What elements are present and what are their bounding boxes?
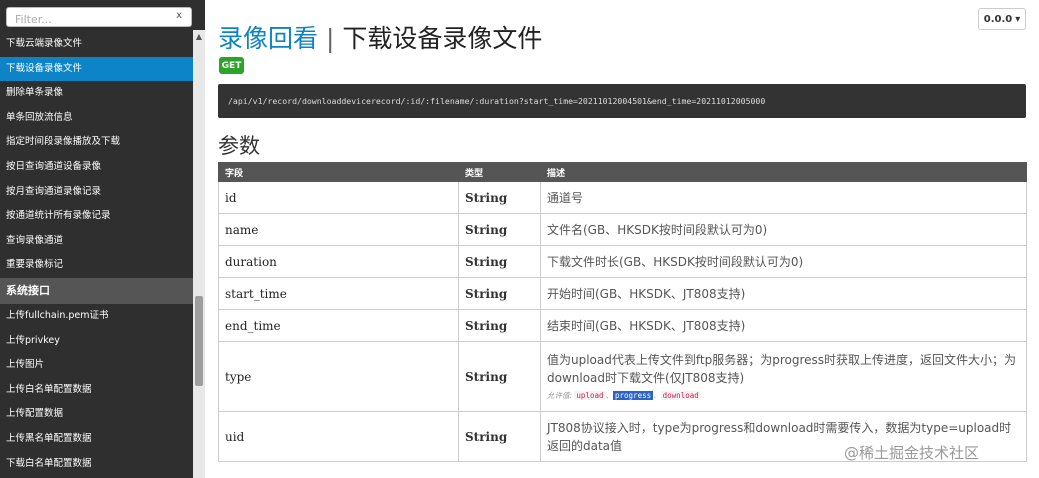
endpoint-title: 下载设备录像文件 (342, 24, 543, 53)
sidebar: x 下载云端录像文件 下载设备录像文件 删除单条录像 单条回放流信息 指定时间段… (0, 0, 205, 478)
filter-clear-icon[interactable]: x (176, 10, 182, 21)
sidebar-item[interactable]: 下载白名单配置数据 (0, 452, 193, 477)
filter-box: x (6, 7, 192, 29)
sidebar-item[interactable]: 上传图片 (0, 353, 193, 378)
allowed-value-selected: progress (613, 391, 654, 400)
params-heading: 参数 (218, 134, 260, 158)
param-type: String (458, 213, 541, 246)
param-desc: 开始时间(GB、HKSDK、JT808支持) (540, 277, 1027, 310)
param-field: end_time (218, 309, 459, 342)
method-badge: GET (219, 57, 244, 74)
param-desc: 值为upload代表上传文件到ftp服务器；为progress时获取上传进度，返… (547, 353, 1017, 385)
param-type: String (458, 245, 541, 278)
table-row: id String 通道号 (218, 181, 1027, 214)
sidebar-item[interactable]: 上传白名单配置数据 (0, 378, 193, 403)
params-table: 字段 类型 描述 id String 通道号 name String 文件名(G… (218, 162, 1027, 462)
sidebar-item[interactable]: 按月查询通道录像记录 (0, 180, 193, 205)
sidebar-section-header[interactable]: 系统接口 (0, 277, 193, 304)
sidebar-item[interactable]: 按通道统计所有录像记录 (0, 204, 193, 229)
sidebar-item[interactable]: 上传黑名单配置数据 (0, 427, 193, 452)
sidebar-scrollbar[interactable]: ▲ (193, 30, 205, 478)
allowed-values-label: 允许值: (547, 391, 573, 400)
group-title-link[interactable]: 录像回看 (218, 24, 318, 53)
filter-input[interactable] (7, 10, 167, 29)
allowed-value: download (660, 391, 701, 400)
param-type: String (458, 309, 541, 342)
param-field: id (218, 181, 459, 214)
table-row: start_time String 开始时间(GB、HKSDK、JT808支持) (218, 277, 1027, 310)
title-separator: | (325, 24, 335, 53)
watermark: @稀土掘金技术社区 (844, 444, 980, 462)
allowed-value: upload (574, 391, 606, 400)
column-header-desc: 描述 (540, 162, 1027, 182)
scrollbar-thumb[interactable] (195, 296, 203, 386)
param-desc: 通道号 (540, 181, 1027, 214)
param-field: start_time (218, 277, 459, 310)
version-label: 0.0.0 (983, 13, 1013, 25)
column-header-field: 字段 (218, 162, 459, 182)
param-field: name (218, 213, 459, 246)
sidebar-item[interactable]: 按日查询通道设备录像 (0, 155, 193, 180)
caret-down-icon: ▾ (1015, 13, 1021, 25)
table-row: name String 文件名(GB、HKSDK按时间段默认可为0) (218, 213, 1027, 246)
sidebar-item[interactable]: 重要录像标记 (0, 253, 193, 278)
version-dropdown[interactable]: 0.0.0 ▾ (978, 8, 1026, 30)
sidebar-item[interactable]: 查询录像通道 (0, 229, 193, 254)
endpoint-url: /api/v1/record/downloaddevicerecord/:id/… (218, 84, 1026, 118)
param-type: String (458, 411, 541, 462)
table-header-row: 字段 类型 描述 (218, 162, 1027, 182)
main-content: 录像回看 | 下载设备录像文件 0.0.0 ▾ GET /api/v1/reco… (205, 0, 1039, 478)
sidebar-item[interactable]: 上传fullchain.pem证书 (0, 304, 193, 329)
param-type: String (458, 277, 541, 310)
sidebar-item[interactable]: 指定时间段录像播放及下载 (0, 130, 193, 155)
param-type: String (458, 341, 541, 412)
sidebar-item[interactable]: 上传配置数据 (0, 402, 193, 427)
sidebar-item-active[interactable]: 下载设备录像文件 (0, 56, 193, 82)
sidebar-item[interactable]: 删除单条录像 (0, 81, 193, 106)
column-header-type: 类型 (458, 162, 541, 182)
param-type: String (458, 181, 541, 214)
table-row: end_time String 结束时间(GB、HKSDK、JT808支持) (218, 309, 1027, 342)
table-row: type String 值为upload代表上传文件到ftp服务器；为progr… (218, 341, 1027, 412)
param-desc: 下载文件时长(GB、HKSDK按时间段默认可为0) (540, 245, 1027, 278)
sidebar-item[interactable]: 上传privkey (0, 329, 193, 354)
table-row: duration String 下载文件时长(GB、HKSDK按时间段默认可为0… (218, 245, 1027, 278)
allowed-values: 允许值: upload、 progress、 download (547, 391, 701, 400)
param-field: duration (218, 245, 459, 278)
page-title: 录像回看 | 下载设备录像文件 (218, 19, 542, 55)
sidebar-item[interactable]: 单条回放流信息 (0, 106, 193, 131)
param-field: uid (218, 411, 459, 462)
param-field: type (218, 341, 459, 412)
param-desc-cell: 值为upload代表上传文件到ftp服务器；为progress时获取上传进度，返… (540, 341, 1027, 412)
param-desc: 文件名(GB、HKSDK按时间段默认可为0) (540, 213, 1027, 246)
scroll-up-arrow-icon[interactable]: ▲ (193, 32, 205, 41)
sidebar-nav: 下载云端录像文件 下载设备录像文件 删除单条录像 单条回放流信息 指定时间段录像… (0, 32, 193, 476)
param-desc: 结束时间(GB、HKSDK、JT808支持) (540, 309, 1027, 342)
sidebar-item[interactable]: 下载云端录像文件 (0, 32, 193, 57)
